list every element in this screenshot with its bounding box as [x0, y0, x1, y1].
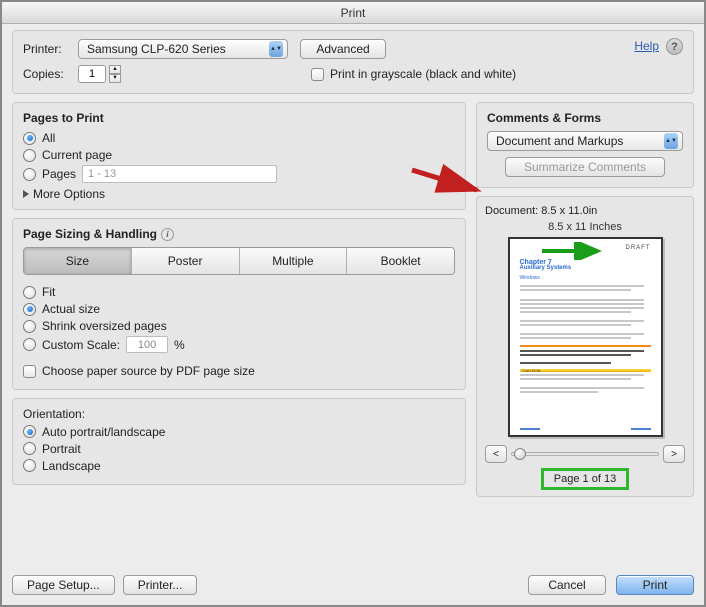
- grayscale-label: Print in grayscale (black and white): [330, 67, 516, 81]
- radio-icon: [23, 286, 36, 299]
- radio-icon: [23, 149, 36, 162]
- radio-icon: [23, 338, 36, 351]
- radio-icon: [23, 442, 36, 455]
- radio-shrink[interactable]: Shrink oversized pages: [23, 319, 455, 333]
- radio-all[interactable]: All: [23, 131, 455, 145]
- radio-custom-scale[interactable]: Custom Scale: %: [23, 336, 455, 353]
- window-title: Print: [2, 2, 704, 24]
- preview-heading2: Auxiliary Systems: [520, 265, 651, 271]
- radio-landscape[interactable]: Landscape: [23, 459, 455, 473]
- page-indicator: Page 1 of 13: [541, 468, 629, 490]
- next-page-button[interactable]: >: [663, 445, 685, 463]
- dialog-footer: Page Setup... Printer... Cancel Print: [12, 575, 694, 595]
- checkbox-icon: [23, 365, 36, 378]
- printer-button[interactable]: Printer...: [123, 575, 198, 595]
- radio-icon: [23, 425, 36, 438]
- tab-multiple[interactable]: Multiple: [240, 248, 348, 274]
- caution-bar: [520, 369, 651, 372]
- info-icon[interactable]: i: [161, 228, 174, 241]
- preview-panel: Document: 8.5 x 11.0in 8.5 x 11 Inches D…: [476, 196, 694, 497]
- page-setup-button[interactable]: Page Setup...: [12, 575, 115, 595]
- more-options-toggle[interactable]: More Options: [23, 187, 455, 201]
- advanced-button[interactable]: Advanced: [300, 39, 386, 59]
- pages-to-print-panel: Pages to Print All Current page Pages: [12, 102, 466, 210]
- copies-label: Copies:: [23, 67, 78, 81]
- comments-select[interactable]: Document and Markups ▲▼: [487, 131, 683, 151]
- annotation-green-arrow-icon: [540, 242, 610, 260]
- radio-icon: [23, 303, 36, 316]
- updown-icon: ▲▼: [664, 133, 678, 149]
- orientation-panel: Orientation: Auto portrait/landscape Por…: [12, 398, 466, 485]
- copies-input[interactable]: [78, 65, 106, 83]
- page-sizing-panel: Page Sizing & Handling i Size Poster Mul…: [12, 218, 466, 390]
- summarize-comments-button[interactable]: Summarize Comments: [505, 157, 665, 177]
- preview-subheading: Windows: [520, 275, 651, 281]
- radio-icon: [23, 459, 36, 472]
- radio-pages[interactable]: Pages: [23, 165, 455, 183]
- copies-stepper[interactable]: ▲▼: [78, 65, 121, 83]
- page-slider[interactable]: [511, 452, 659, 456]
- radio-current[interactable]: Current page: [23, 148, 455, 162]
- step-down-icon[interactable]: ▼: [109, 74, 121, 83]
- pages-range-input[interactable]: [82, 165, 277, 183]
- page-indicator-highlight: Page 1 of 13: [485, 468, 685, 490]
- sizing-tabs: Size Poster Multiple Booklet: [23, 247, 455, 275]
- printer-select[interactable]: Samsung CLP-620 Series ▲▼: [78, 39, 288, 59]
- checkbox-icon: [311, 68, 324, 81]
- comments-forms-panel: Comments & Forms Document and Markups ▲▼…: [476, 102, 694, 188]
- print-button[interactable]: Print: [616, 575, 694, 595]
- paper-source-checkbox[interactable]: Choose paper source by PDF page size: [23, 364, 255, 378]
- radio-auto-orient[interactable]: Auto portrait/landscape: [23, 425, 455, 439]
- prev-page-button[interactable]: <: [485, 445, 507, 463]
- page-preview: DRAFT Chapter 7 Auxiliary Systems Window…: [508, 237, 663, 437]
- slider-thumb[interactable]: [514, 448, 526, 460]
- radio-icon: [23, 168, 36, 181]
- radio-fit[interactable]: Fit: [23, 285, 455, 299]
- radio-icon: [23, 132, 36, 145]
- printer-settings-panel: Help ? Printer: Samsung CLP-620 Series ▲…: [12, 30, 694, 94]
- step-up-icon[interactable]: ▲: [109, 65, 121, 74]
- custom-scale-input[interactable]: [126, 336, 168, 353]
- pages-title: Pages to Print: [23, 111, 455, 125]
- print-dialog: Print Help ? Printer: Samsung CLP-620 Se…: [0, 0, 706, 607]
- tab-booklet[interactable]: Booklet: [347, 248, 454, 274]
- printer-label: Printer:: [23, 42, 78, 56]
- tab-poster[interactable]: Poster: [132, 248, 240, 274]
- radio-portrait[interactable]: Portrait: [23, 442, 455, 456]
- triangle-right-icon: [23, 190, 29, 198]
- tab-size[interactable]: Size: [24, 248, 132, 274]
- cancel-button[interactable]: Cancel: [528, 575, 606, 595]
- draft-watermark: DRAFT: [626, 245, 651, 251]
- help-link[interactable]: Help: [634, 39, 659, 53]
- help-icon[interactable]: ?: [666, 38, 683, 55]
- updown-icon: ▲▼: [269, 41, 283, 57]
- comments-title: Comments & Forms: [487, 111, 683, 125]
- paper-caption: 8.5 x 11 Inches: [485, 221, 685, 233]
- document-size-label: Document: 8.5 x 11.0in: [485, 205, 685, 217]
- printer-value: Samsung CLP-620 Series: [87, 42, 226, 56]
- sizing-title: Page Sizing & Handling i: [23, 227, 455, 241]
- radio-actual[interactable]: Actual size: [23, 302, 455, 316]
- radio-icon: [23, 320, 36, 333]
- grayscale-checkbox[interactable]: Print in grayscale (black and white): [311, 67, 516, 81]
- orientation-title: Orientation:: [23, 407, 455, 421]
